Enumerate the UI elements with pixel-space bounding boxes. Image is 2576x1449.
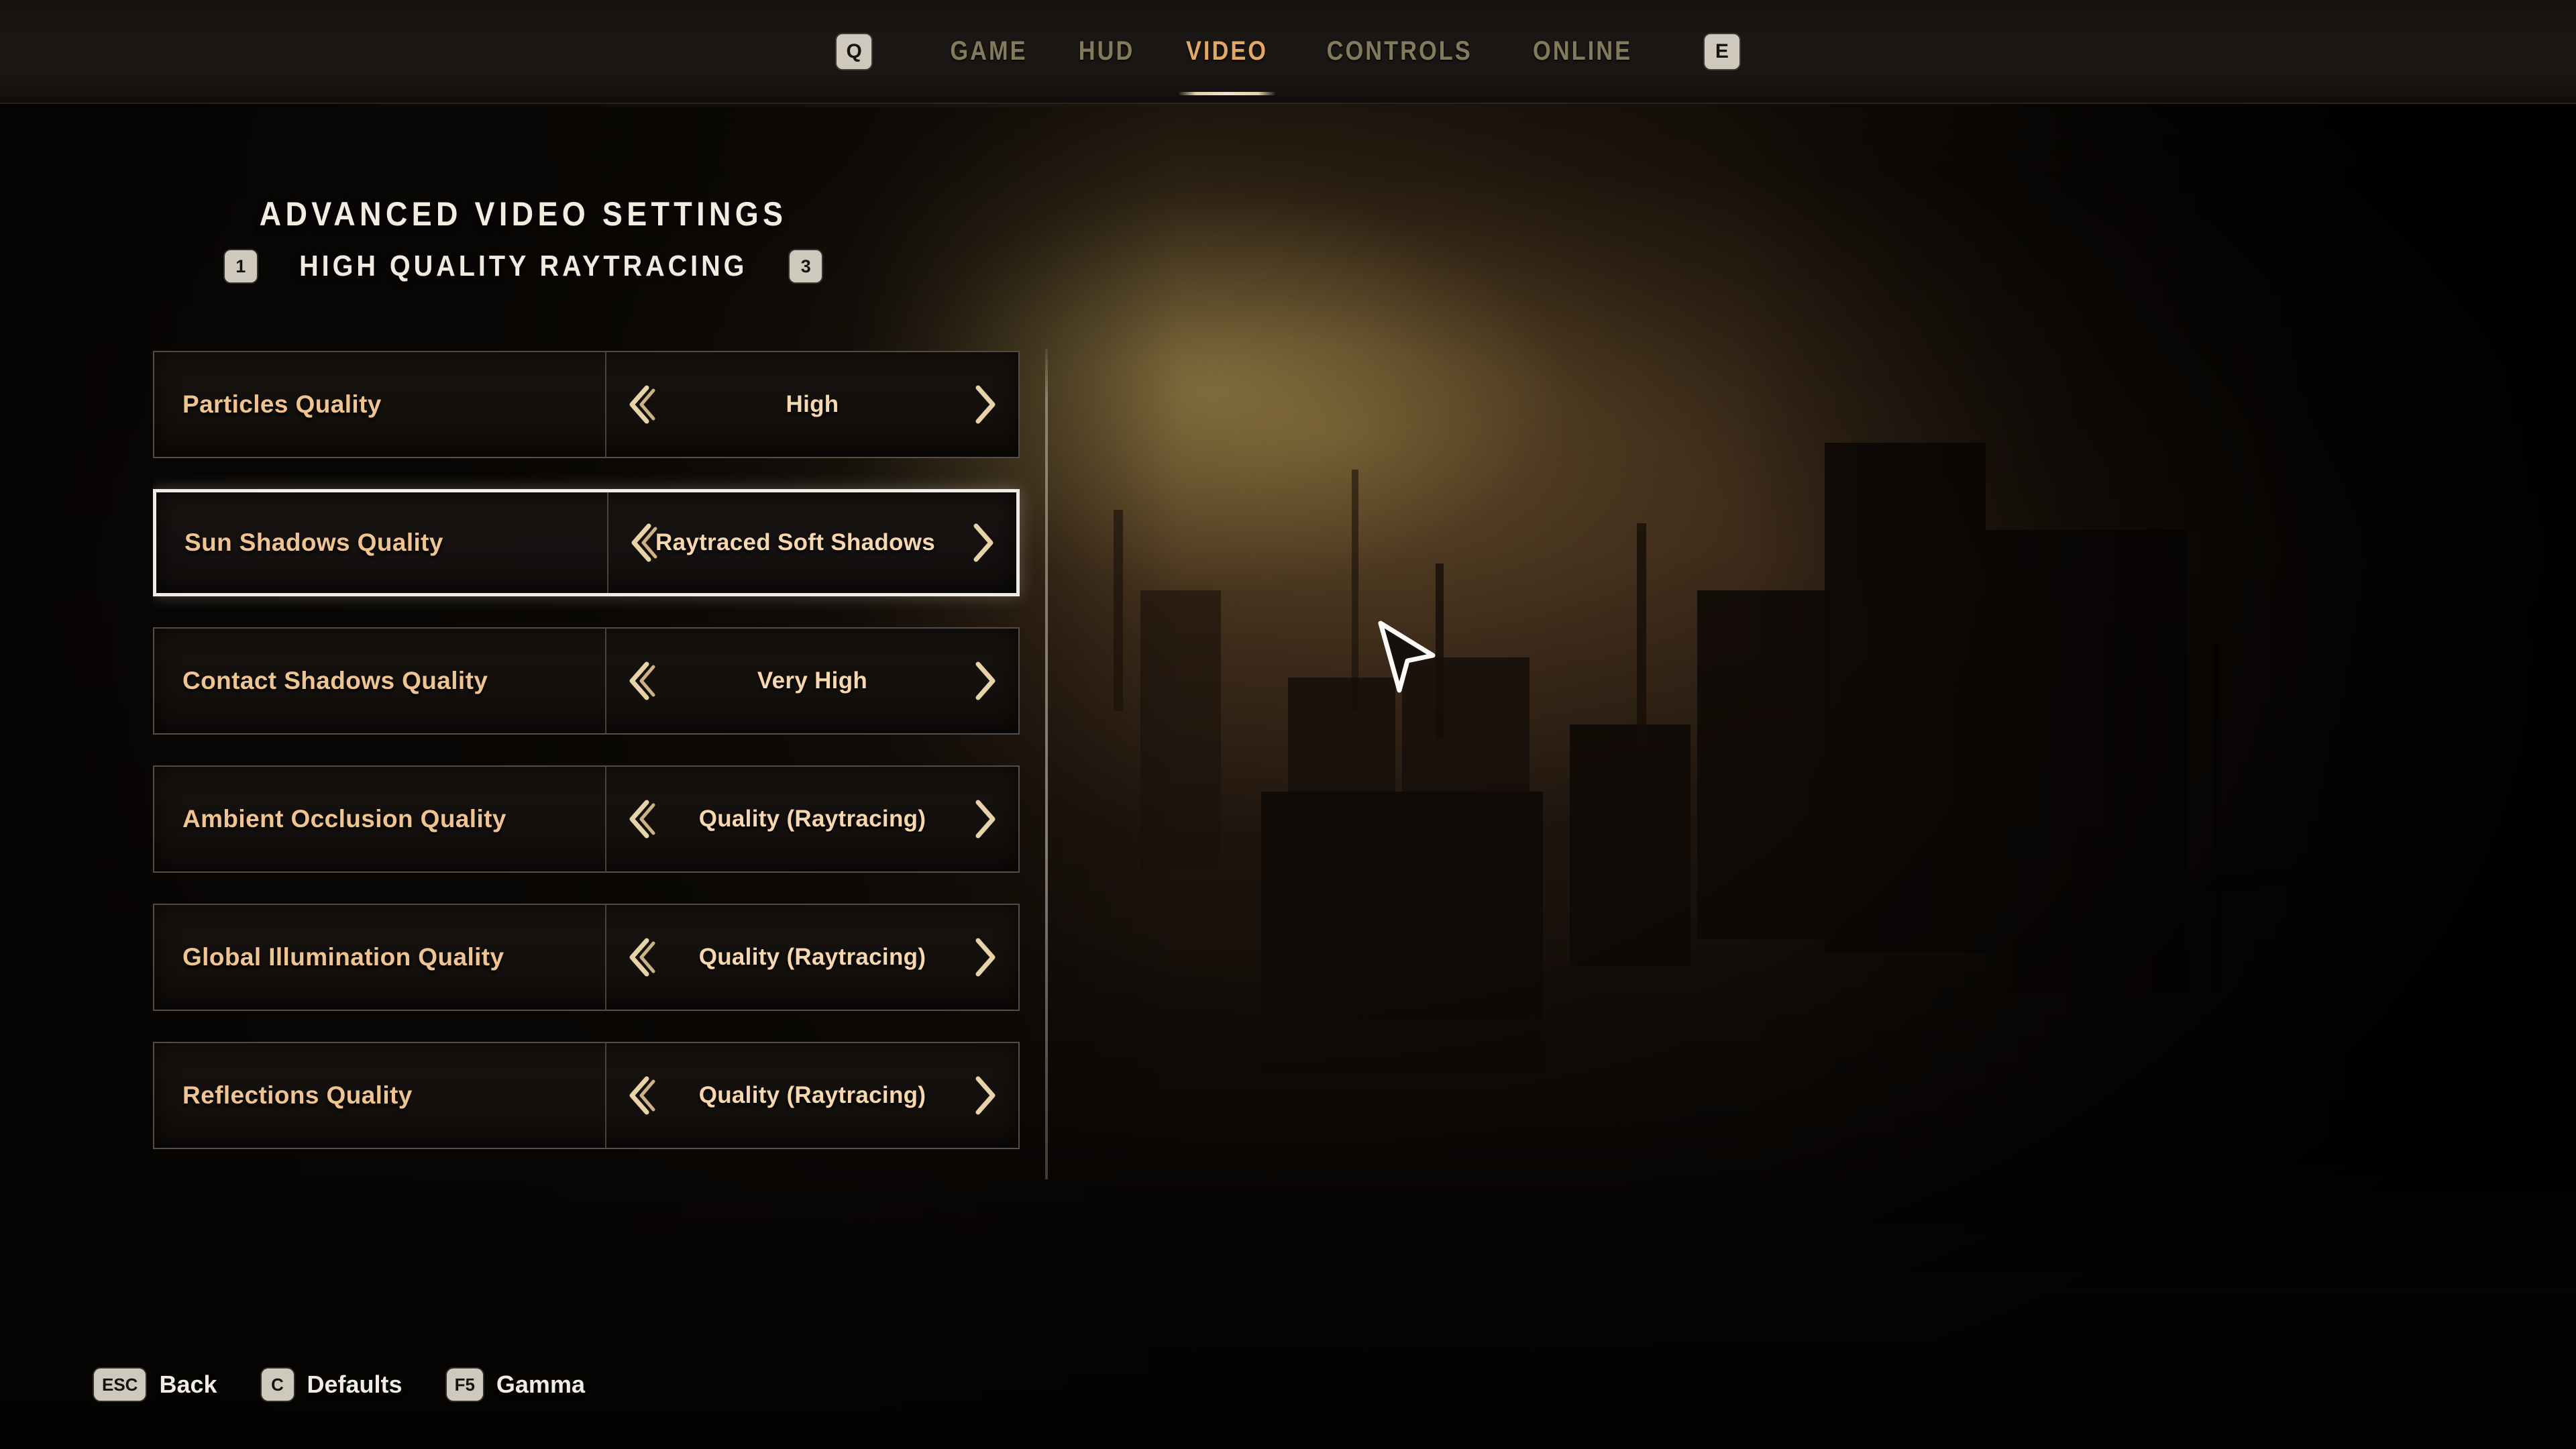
setting-row[interactable]: Ambient Occlusion Quality Quality (Raytra… bbox=[153, 765, 1020, 873]
chevron-right-icon[interactable] bbox=[967, 384, 1001, 425]
chevron-right-icon[interactable] bbox=[967, 936, 1001, 978]
settings-scrollbar[interactable] bbox=[1045, 349, 1048, 1179]
footer-hint[interactable]: C Defaults bbox=[261, 1368, 402, 1401]
setting-value-stepper: Quality (Raytracing) bbox=[605, 1043, 1018, 1148]
setting-label: Contact Shadows Quality bbox=[182, 667, 488, 694]
setting-label: Sun Shadows Quality bbox=[184, 529, 443, 556]
page-heading-block: ADVANCED VIDEO SETTINGS 1 HIGH QUALITY R… bbox=[0, 195, 1046, 283]
setting-value-stepper: Quality (Raytracing) bbox=[605, 767, 1018, 871]
chevron-left-icon[interactable] bbox=[624, 384, 657, 425]
setting-value: Quality (Raytracing) bbox=[698, 1082, 926, 1108]
tab-video[interactable]: VIDEO bbox=[1169, 30, 1285, 95]
setting-label: Global Illumination Quality bbox=[182, 943, 504, 971]
setting-value-stepper: High bbox=[605, 352, 1018, 457]
chevron-left-icon[interactable] bbox=[624, 936, 657, 978]
game-settings-screen: Q GAME HUD VIDEO CONTROLS ONLINE E ADVANCED … bbox=[0, 0, 2576, 1449]
footer-hint-bar: ESC Back C Defaults F5 Gamma bbox=[94, 1368, 585, 1401]
footer-hint[interactable]: F5 Gamma bbox=[446, 1368, 585, 1401]
setting-label: Ambient Occlusion Quality bbox=[182, 805, 506, 833]
key-badge: ESC bbox=[94, 1368, 146, 1401]
top-nav-bar: Q GAME HUD VIDEO CONTROLS ONLINE E bbox=[0, 0, 2576, 104]
setting-value: Raytraced Soft Shadows bbox=[655, 529, 935, 555]
setting-value: Very High bbox=[757, 667, 868, 694]
nav-next-key-badge[interactable]: E bbox=[1704, 34, 1739, 69]
nav-tabs-container: GAME HUD VIDEO CONTROLS ONLINE bbox=[924, 30, 1660, 95]
setting-value-stepper: Very High bbox=[605, 629, 1018, 733]
key-badge: F5 bbox=[446, 1368, 483, 1401]
setting-value: High bbox=[786, 391, 839, 417]
chevron-left-icon[interactable] bbox=[626, 522, 659, 564]
tab-hud[interactable]: HUD bbox=[1061, 30, 1152, 73]
chevron-left-icon[interactable] bbox=[624, 660, 657, 702]
footer-hint[interactable]: ESC Back bbox=[94, 1368, 217, 1401]
tab-game[interactable]: GAME bbox=[933, 30, 1045, 73]
settings-list: Particles Quality High Sun Shadows Quality… bbox=[153, 351, 1052, 1176]
setting-value: Quality (Raytracing) bbox=[698, 806, 926, 832]
preset-next-key-badge[interactable]: 3 bbox=[790, 250, 822, 282]
setting-value-stepper: Quality (Raytracing) bbox=[605, 905, 1018, 1010]
setting-row[interactable]: Contact Shadows Quality Very High bbox=[153, 627, 1020, 735]
page-title: ADVANCED VIDEO SETTINGS bbox=[259, 195, 788, 233]
chevron-right-icon[interactable] bbox=[967, 1075, 1001, 1116]
setting-row[interactable]: Sun Shadows Quality Raytraced Soft Shadow… bbox=[153, 489, 1020, 596]
setting-row[interactable]: Reflections Quality Quality (Raytracing) bbox=[153, 1042, 1020, 1149]
setting-value: Quality (Raytracing) bbox=[698, 944, 926, 970]
preset-prev-key-badge[interactable]: 1 bbox=[224, 250, 257, 282]
settings-list-inner: Particles Quality High Sun Shadows Quality… bbox=[153, 351, 1052, 1176]
chevron-left-icon[interactable] bbox=[624, 798, 657, 840]
preset-name: HIGH QUALITY RAYTRACING bbox=[299, 250, 748, 282]
nav-tab-list: Q GAME HUD VIDEO CONTROLS ONLINE E bbox=[837, 30, 1739, 95]
setting-row[interactable]: Particles Quality High bbox=[153, 351, 1020, 458]
chevron-right-icon[interactable] bbox=[965, 522, 999, 564]
bottom-scrim bbox=[0, 1161, 2576, 1449]
chevron-right-icon[interactable] bbox=[967, 798, 1001, 840]
hint-label: Gamma bbox=[496, 1371, 585, 1398]
setting-label: Reflections Quality bbox=[182, 1081, 413, 1109]
key-badge: C bbox=[261, 1368, 294, 1401]
tab-online[interactable]: ONLINE bbox=[1515, 30, 1650, 73]
setting-row[interactable]: Global Illumination Quality Quality (Rayt… bbox=[153, 904, 1020, 1011]
setting-value-stepper: Raytraced Soft Shadows bbox=[607, 492, 1016, 593]
hint-label: Defaults bbox=[307, 1371, 402, 1398]
chevron-left-icon[interactable] bbox=[624, 1075, 657, 1116]
chevron-right-icon[interactable] bbox=[967, 660, 1001, 702]
setting-label: Particles Quality bbox=[182, 390, 382, 418]
nav-prev-key-badge[interactable]: Q bbox=[837, 34, 872, 69]
tab-controls[interactable]: CONTROLS bbox=[1309, 30, 1490, 73]
preset-selector: 1 HIGH QUALITY RAYTRACING 3 bbox=[0, 250, 1046, 283]
hint-label: Back bbox=[159, 1371, 217, 1398]
